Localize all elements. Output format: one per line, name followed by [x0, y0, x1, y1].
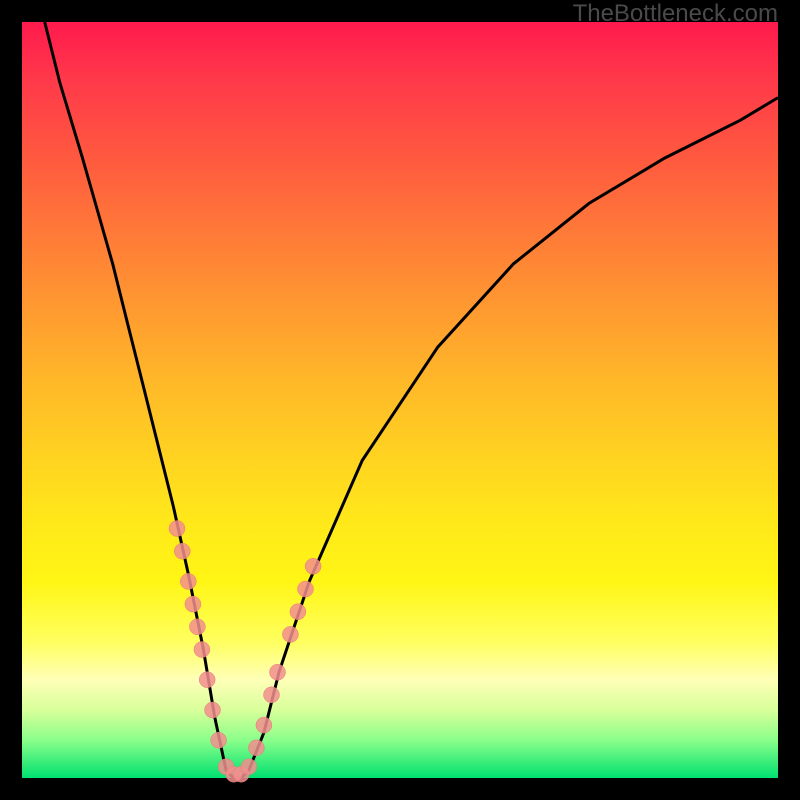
- bottleneck-curve: [45, 22, 778, 778]
- marker-dot: [199, 672, 215, 688]
- marker-dot: [270, 664, 286, 680]
- marker-dot: [180, 573, 196, 589]
- marker-dot: [174, 543, 190, 559]
- marker-dot: [194, 642, 210, 658]
- watermark-text: TheBottleneck.com: [573, 0, 778, 28]
- bottleneck-curve-svg: [22, 22, 778, 778]
- chart-frame: TheBottleneck.com: [0, 0, 800, 800]
- marker-dot: [298, 581, 314, 597]
- marker-dot: [305, 558, 321, 574]
- marker-dot: [256, 717, 272, 733]
- marker-dot: [211, 732, 227, 748]
- curve-markers: [169, 521, 321, 783]
- marker-dot: [241, 759, 257, 775]
- marker-dot: [282, 626, 298, 642]
- marker-dot: [185, 596, 201, 612]
- marker-dot: [264, 687, 280, 703]
- marker-dot: [169, 521, 185, 537]
- marker-dot: [189, 619, 205, 635]
- marker-dot: [205, 702, 221, 718]
- plot-gradient-area: [22, 22, 778, 778]
- marker-dot: [248, 740, 264, 756]
- marker-dot: [290, 604, 306, 620]
